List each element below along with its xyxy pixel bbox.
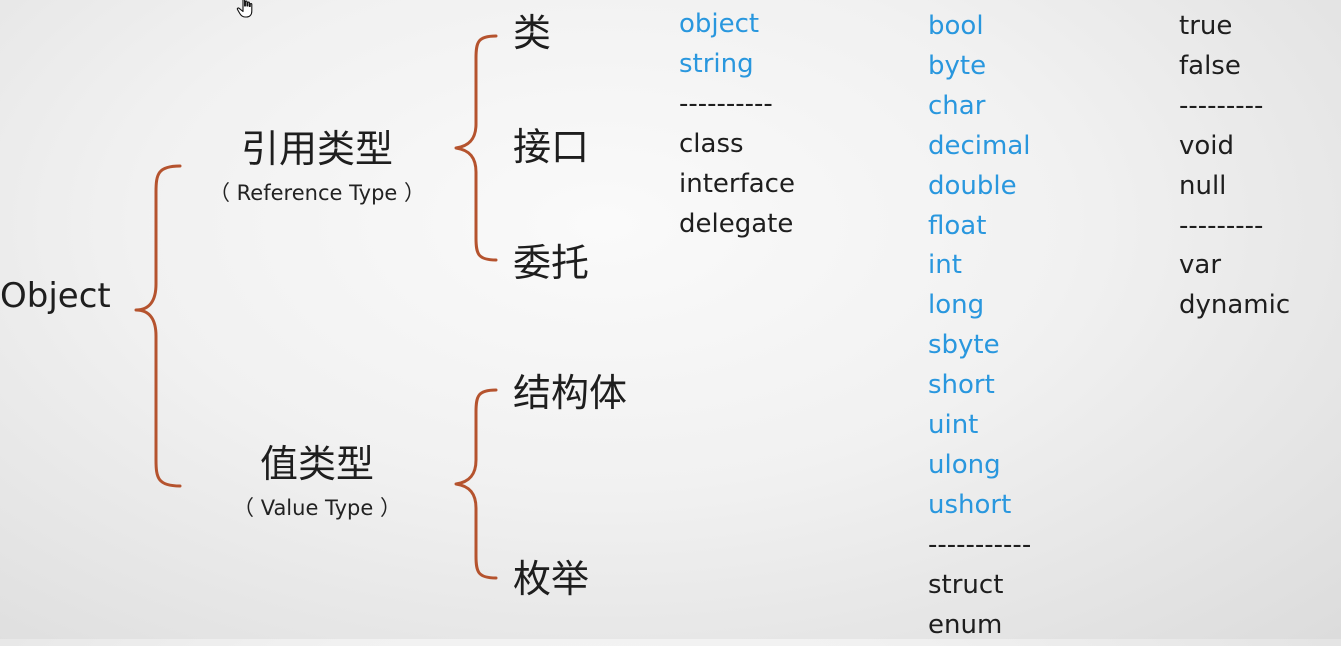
- keyword-column-value: bool byte char decimal double float int …: [928, 7, 1031, 646]
- keyword-item: short: [928, 370, 995, 401]
- keyword-item: struct: [928, 569, 1004, 600]
- keyword-item: bool: [928, 11, 984, 41]
- keyword-item: true: [1179, 11, 1233, 41]
- keyword-item: false: [1179, 50, 1241, 81]
- reference-brace: [454, 34, 498, 262]
- keyword-item: dynamic: [1179, 290, 1291, 321]
- reference-child-delegate: 委托: [513, 241, 590, 285]
- keyword-item: int: [928, 250, 962, 281]
- keyword-item: double: [928, 170, 1017, 201]
- reference-child-class: 类: [513, 11, 552, 55]
- keyword-column-other: true false --------- void null ---------…: [1179, 7, 1290, 326]
- value-brace: [454, 388, 498, 580]
- keyword-item: null: [1179, 170, 1227, 201]
- keyword-item: interface: [679, 168, 795, 199]
- keyword-item: uint: [928, 410, 979, 441]
- separator-line: ---------: [1179, 210, 1264, 241]
- keyword-item: long: [928, 290, 985, 321]
- keyword-column-reference: object string ---------- class interface…: [679, 5, 795, 244]
- value-type-subtitle: （ Value Type ）: [233, 496, 401, 520]
- keyword-item: string: [679, 48, 754, 79]
- keyword-item: ulong: [928, 449, 1001, 480]
- keyword-item: char: [928, 90, 986, 121]
- separator-line: -----------: [928, 529, 1032, 560]
- keyword-item: class: [679, 128, 744, 159]
- keyword-item: enum: [928, 609, 1003, 640]
- keyword-item: ushort: [928, 489, 1012, 520]
- hand-pointer-icon: [236, 0, 253, 18]
- separator-line: ---------: [1179, 90, 1264, 121]
- separator-line: ----------: [679, 88, 773, 119]
- keyword-item: decimal: [928, 130, 1031, 161]
- keyword-item: float: [928, 210, 987, 241]
- keyword-item: object: [679, 9, 760, 39]
- keyword-item: var: [1179, 250, 1222, 281]
- value-child-enum: 枚举: [513, 557, 590, 601]
- keyword-item: byte: [928, 50, 987, 81]
- root-brace: [134, 164, 182, 488]
- keyword-item: void: [1179, 130, 1235, 161]
- value-child-struct: 结构体: [513, 371, 628, 415]
- keyword-item: sbyte: [928, 330, 1000, 361]
- root-label: Object: [0, 276, 111, 316]
- reference-type-title: 引用类型: [240, 127, 393, 171]
- keyword-item: delegate: [679, 208, 794, 239]
- reference-child-interface: 接口: [513, 125, 590, 169]
- reference-type-subtitle: （ Reference Type ）: [208, 181, 425, 205]
- value-type-title: 值类型: [259, 442, 374, 486]
